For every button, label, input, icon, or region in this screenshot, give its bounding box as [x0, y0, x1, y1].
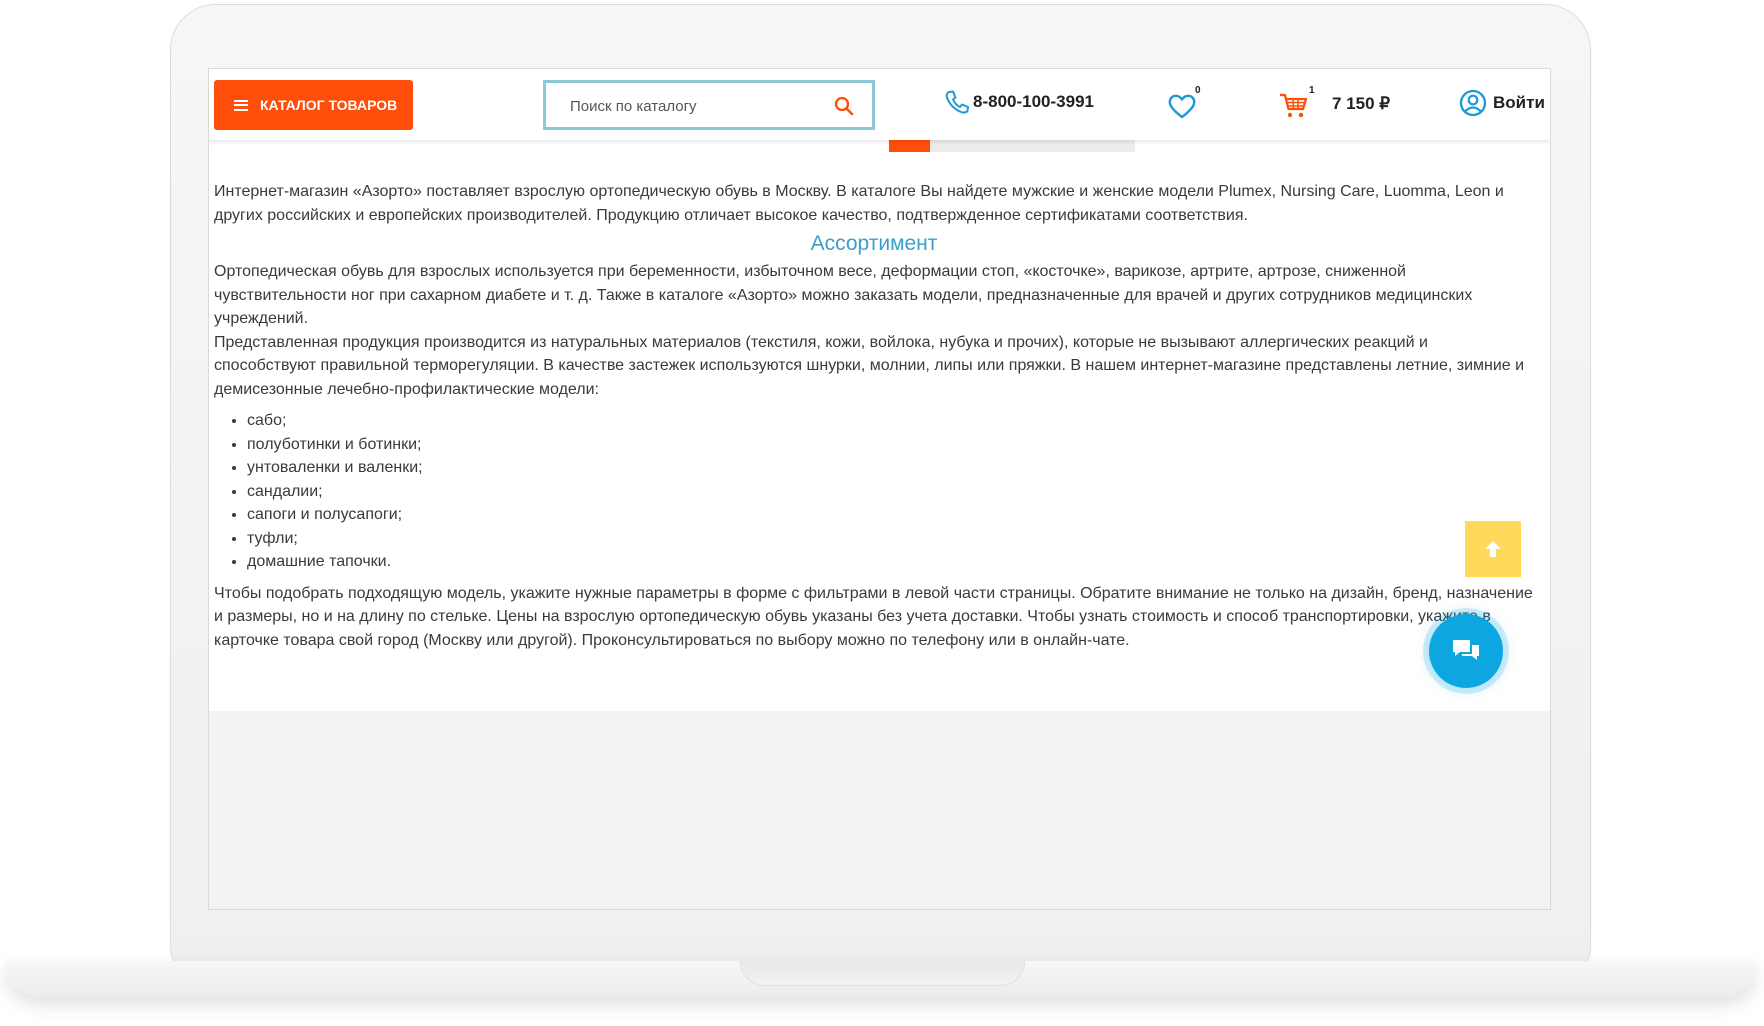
paragraph: Представленная продукция производится из…	[214, 333, 1525, 398]
paragraph: Ортопедическая обувь для взрослых исполь…	[214, 263, 1473, 327]
slider-dot[interactable]	[1012, 140, 1053, 152]
login-label: Войти	[1493, 93, 1545, 112]
arrow-up-icon	[1485, 541, 1501, 557]
slider-dot[interactable]	[971, 140, 1012, 152]
cart-button[interactable]: 1	[1279, 85, 1315, 120]
list-item: сандалии;	[247, 480, 1534, 504]
cart-icon	[1280, 93, 1308, 118]
paragraph: Чтобы подобрать подходящую модель, укажи…	[214, 584, 1533, 649]
slider-dot[interactable]	[1094, 140, 1135, 152]
slider-pagination	[889, 140, 1135, 152]
seo-text-block: Интернет-магазин «Азорто» поставляет взр…	[209, 140, 1550, 711]
phone-number: 8-800-100-3991	[973, 92, 1094, 111]
scroll-top-button[interactable]	[1465, 521, 1521, 577]
chat-button[interactable]	[1429, 614, 1503, 688]
phone-icon	[945, 90, 969, 114]
catalog-button-label: КАТАЛОГ ТОВАРОВ	[260, 97, 398, 113]
browser-screen: КАТАЛОГ ТОВАРОВ 8-800-100-3991 0	[208, 68, 1551, 910]
catalog-button[interactable]: КАТАЛОГ ТОВАРОВ	[214, 80, 413, 130]
cart-total[interactable]: 7 150 ₽	[1332, 94, 1390, 114]
heart-icon	[1168, 94, 1196, 119]
section-title: Ассортимент	[810, 232, 938, 255]
list-item: сабо;	[247, 409, 1534, 433]
menu-icon	[234, 99, 248, 111]
search-icon[interactable]	[834, 96, 854, 116]
list-item: сапоги и полусапоги;	[247, 503, 1534, 527]
phone-link[interactable]: 8-800-100-3991	[944, 89, 1094, 115]
slider-dot[interactable]	[889, 140, 930, 152]
user-circle-icon	[1459, 89, 1487, 117]
slider-dot[interactable]	[930, 140, 971, 152]
list-item: домашние тапочки.	[247, 550, 1534, 574]
slider-dot[interactable]	[1053, 140, 1094, 152]
search-box	[543, 80, 875, 130]
laptop-notch	[740, 961, 1025, 986]
cart-count-badge: 1	[1309, 85, 1315, 96]
favorites-count-badge: 0	[1195, 85, 1201, 96]
intro-paragraph: Интернет-магазин «Азорто» поставляет взр…	[214, 183, 1504, 224]
list-item: унтоваленки и валенки;	[247, 456, 1534, 480]
assortment-list: сабо; полуботинки и ботинки; унтоваленки…	[214, 409, 1534, 574]
site-header: КАТАЛОГ ТОВАРОВ 8-800-100-3991 0	[209, 69, 1550, 140]
login-button[interactable]: Войти	[1459, 89, 1545, 117]
chat-icon	[1453, 640, 1479, 660]
favorites-button[interactable]: 0	[1167, 85, 1201, 120]
article: Интернет-магазин «Азорто» поставляет взр…	[214, 180, 1534, 652]
search-input[interactable]	[568, 93, 832, 119]
list-item: туфли;	[247, 527, 1534, 551]
list-item: полуботинки и ботинки;	[247, 433, 1534, 457]
